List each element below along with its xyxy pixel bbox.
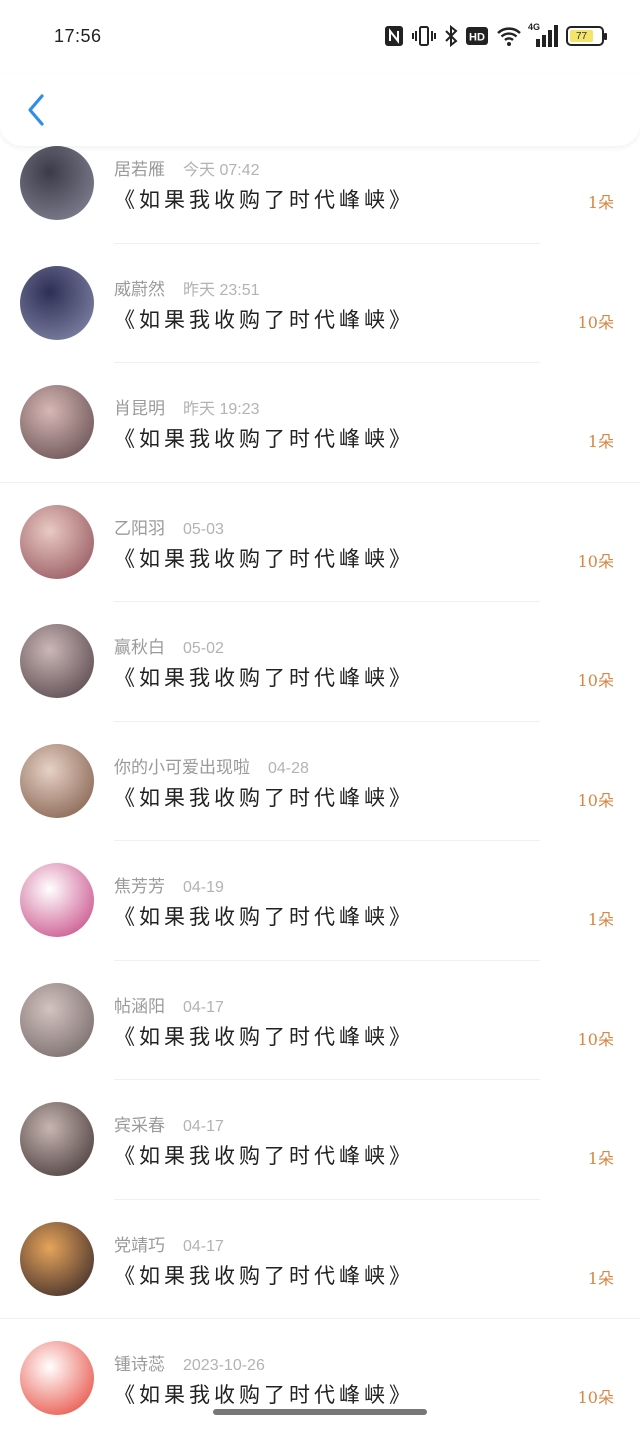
gift-date: 今天 07:42	[183, 162, 260, 179]
gift-amount: 1朵	[587, 1268, 614, 1288]
signal-icon: 4G	[528, 22, 558, 48]
gift-amount: 1朵	[587, 193, 614, 212]
book-title[interactable]: 《如果我收购了时代峰峡》	[114, 543, 414, 573]
user-name[interactable]: 党靖巧	[114, 1236, 165, 1256]
item-meta: 居若雁 今天 07:42	[114, 155, 260, 180]
gift-date: 04-17	[183, 1118, 224, 1135]
status-time: 17:56	[54, 26, 102, 46]
avatar[interactable]	[20, 265, 94, 340]
book-title[interactable]: 《如果我收购了时代峰峡》	[114, 1140, 414, 1170]
book-title[interactable]: 《如果我收购了时代峰峡》	[114, 901, 414, 931]
user-name[interactable]: 乙阳羽	[114, 519, 165, 539]
item-meta: 宾采春 04-17	[114, 1111, 224, 1136]
avatar[interactable]	[20, 146, 94, 220]
avatar[interactable]	[20, 1221, 94, 1296]
user-name[interactable]: 威蔚然	[114, 280, 165, 300]
gift-date: 2023-10-26	[183, 1357, 265, 1374]
list-item[interactable]: 威蔚然 昨天 23:51 《如果我收购了时代峰峡》 10朵	[0, 244, 640, 363]
gift-amount: 10朵	[577, 551, 614, 571]
bluetooth-icon	[444, 24, 458, 48]
gift-amount: 10朵	[577, 671, 614, 690]
list-item[interactable]: 赢秋白 05-02 《如果我收购了时代峰峡》 10朵	[0, 602, 640, 722]
hd-icon: HD	[466, 24, 488, 48]
gift-date: 昨天 19:23	[183, 401, 260, 418]
item-meta: 党靖巧 04-17	[114, 1231, 224, 1256]
avatar[interactable]	[20, 1341, 94, 1415]
gift-amount: 1朵	[587, 910, 614, 929]
list-item[interactable]: 乙阳羽 05-03 《如果我收购了时代峰峡》 10朵	[0, 483, 640, 602]
item-meta: 焦芳芳 04-19	[114, 872, 224, 897]
home-indicator[interactable]	[213, 1409, 427, 1415]
avatar[interactable]	[20, 743, 94, 818]
item-meta: 你的小可爱出现啦 04-28	[114, 753, 309, 778]
list-item[interactable]: 肖昆明 昨天 19:23 《如果我收购了时代峰峡》 1朵	[0, 363, 640, 483]
item-meta: 赢秋白 05-02	[114, 633, 224, 658]
nav-header	[0, 74, 640, 146]
wifi-icon	[496, 24, 522, 48]
book-title[interactable]: 《如果我收购了时代峰峡》	[114, 304, 414, 334]
gift-amount: 10朵	[577, 1388, 614, 1407]
book-title[interactable]: 《如果我收购了时代峰峡》	[114, 1379, 414, 1409]
user-name[interactable]: 焦芳芳	[114, 877, 165, 897]
book-title[interactable]: 《如果我收购了时代峰峡》	[114, 782, 414, 812]
item-meta: 威蔚然 昨天 23:51	[114, 275, 260, 300]
svg-text:HD: HD	[469, 32, 485, 44]
gift-amount: 10朵	[577, 312, 614, 332]
nfc-icon	[384, 24, 404, 48]
gift-amount: 1朵	[587, 1149, 614, 1168]
gift-amount: 10朵	[577, 1029, 614, 1049]
avatar[interactable]	[20, 385, 94, 459]
gift-date: 05-02	[183, 640, 224, 657]
user-name[interactable]: 宾采春	[114, 1116, 165, 1136]
avatar[interactable]	[20, 863, 94, 937]
user-name[interactable]: 赢秋白	[114, 638, 165, 658]
battery-level: 77	[570, 30, 594, 42]
list-item[interactable]: 帖涵阳 04-17 《如果我收购了时代峰峡》 10朵	[0, 961, 640, 1080]
status-icons: HD 4G 77	[384, 22, 607, 48]
avatar[interactable]	[20, 504, 94, 579]
user-name[interactable]: 肖昆明	[114, 399, 165, 419]
item-meta: 肖昆明 昨天 19:23	[114, 394, 260, 419]
book-title[interactable]: 《如果我收购了时代峰峡》	[114, 1260, 414, 1290]
gift-date: 04-17	[183, 998, 224, 1016]
gift-date: 04-28	[268, 759, 309, 777]
vibrate-icon	[412, 24, 436, 48]
item-meta: 锺诗蕊 2023-10-26	[114, 1350, 265, 1375]
user-name[interactable]: 帖涵阳	[114, 997, 165, 1017]
chevron-left-icon	[28, 94, 44, 126]
gift-date: 04-17	[183, 1237, 224, 1255]
book-title[interactable]: 《如果我收购了时代峰峡》	[114, 662, 414, 692]
gift-amount: 1朵	[587, 432, 614, 451]
list-item[interactable]: 党靖巧 04-17 《如果我收购了时代峰峡》 1朵	[0, 1200, 640, 1319]
user-name[interactable]: 锺诗蕊	[114, 1355, 165, 1375]
list-item[interactable]: 你的小可爱出现啦 04-28 《如果我收购了时代峰峡》 10朵	[0, 722, 640, 841]
network-type: 4G	[528, 22, 541, 32]
gift-date: 昨天 23:51	[183, 281, 260, 299]
gift-amount: 10朵	[577, 790, 614, 810]
gift-date: 05-03	[183, 520, 224, 538]
avatar[interactable]	[20, 624, 94, 698]
book-title[interactable]: 《如果我收购了时代峰峡》	[114, 1021, 414, 1051]
gift-date: 04-19	[183, 879, 224, 896]
item-meta: 帖涵阳 04-17	[114, 992, 224, 1017]
back-button[interactable]	[22, 92, 50, 128]
battery-icon: 77	[566, 24, 607, 48]
avatar[interactable]	[20, 1102, 94, 1176]
book-title[interactable]: 《如果我收购了时代峰峡》	[114, 423, 414, 453]
list-item[interactable]: 焦芳芳 04-19 《如果我收购了时代峰峡》 1朵	[0, 841, 640, 961]
user-name[interactable]: 居若雁	[114, 160, 165, 180]
book-title[interactable]: 《如果我收购了时代峰峡》	[114, 184, 414, 214]
gift-record-list: 居若雁 今天 07:42 《如果我收购了时代峰峡》 1朵 威蔚然 昨天 23:51 《如果我…	[0, 124, 640, 1429]
item-meta: 乙阳羽 05-03	[114, 514, 224, 539]
status-bar: 17:56 HD 4G 77	[0, 0, 640, 74]
list-item[interactable]: 宾采春 04-17 《如果我收购了时代峰峡》 1朵	[0, 1080, 640, 1200]
user-name[interactable]: 你的小可爱出现啦	[114, 758, 250, 778]
avatar[interactable]	[20, 982, 94, 1057]
